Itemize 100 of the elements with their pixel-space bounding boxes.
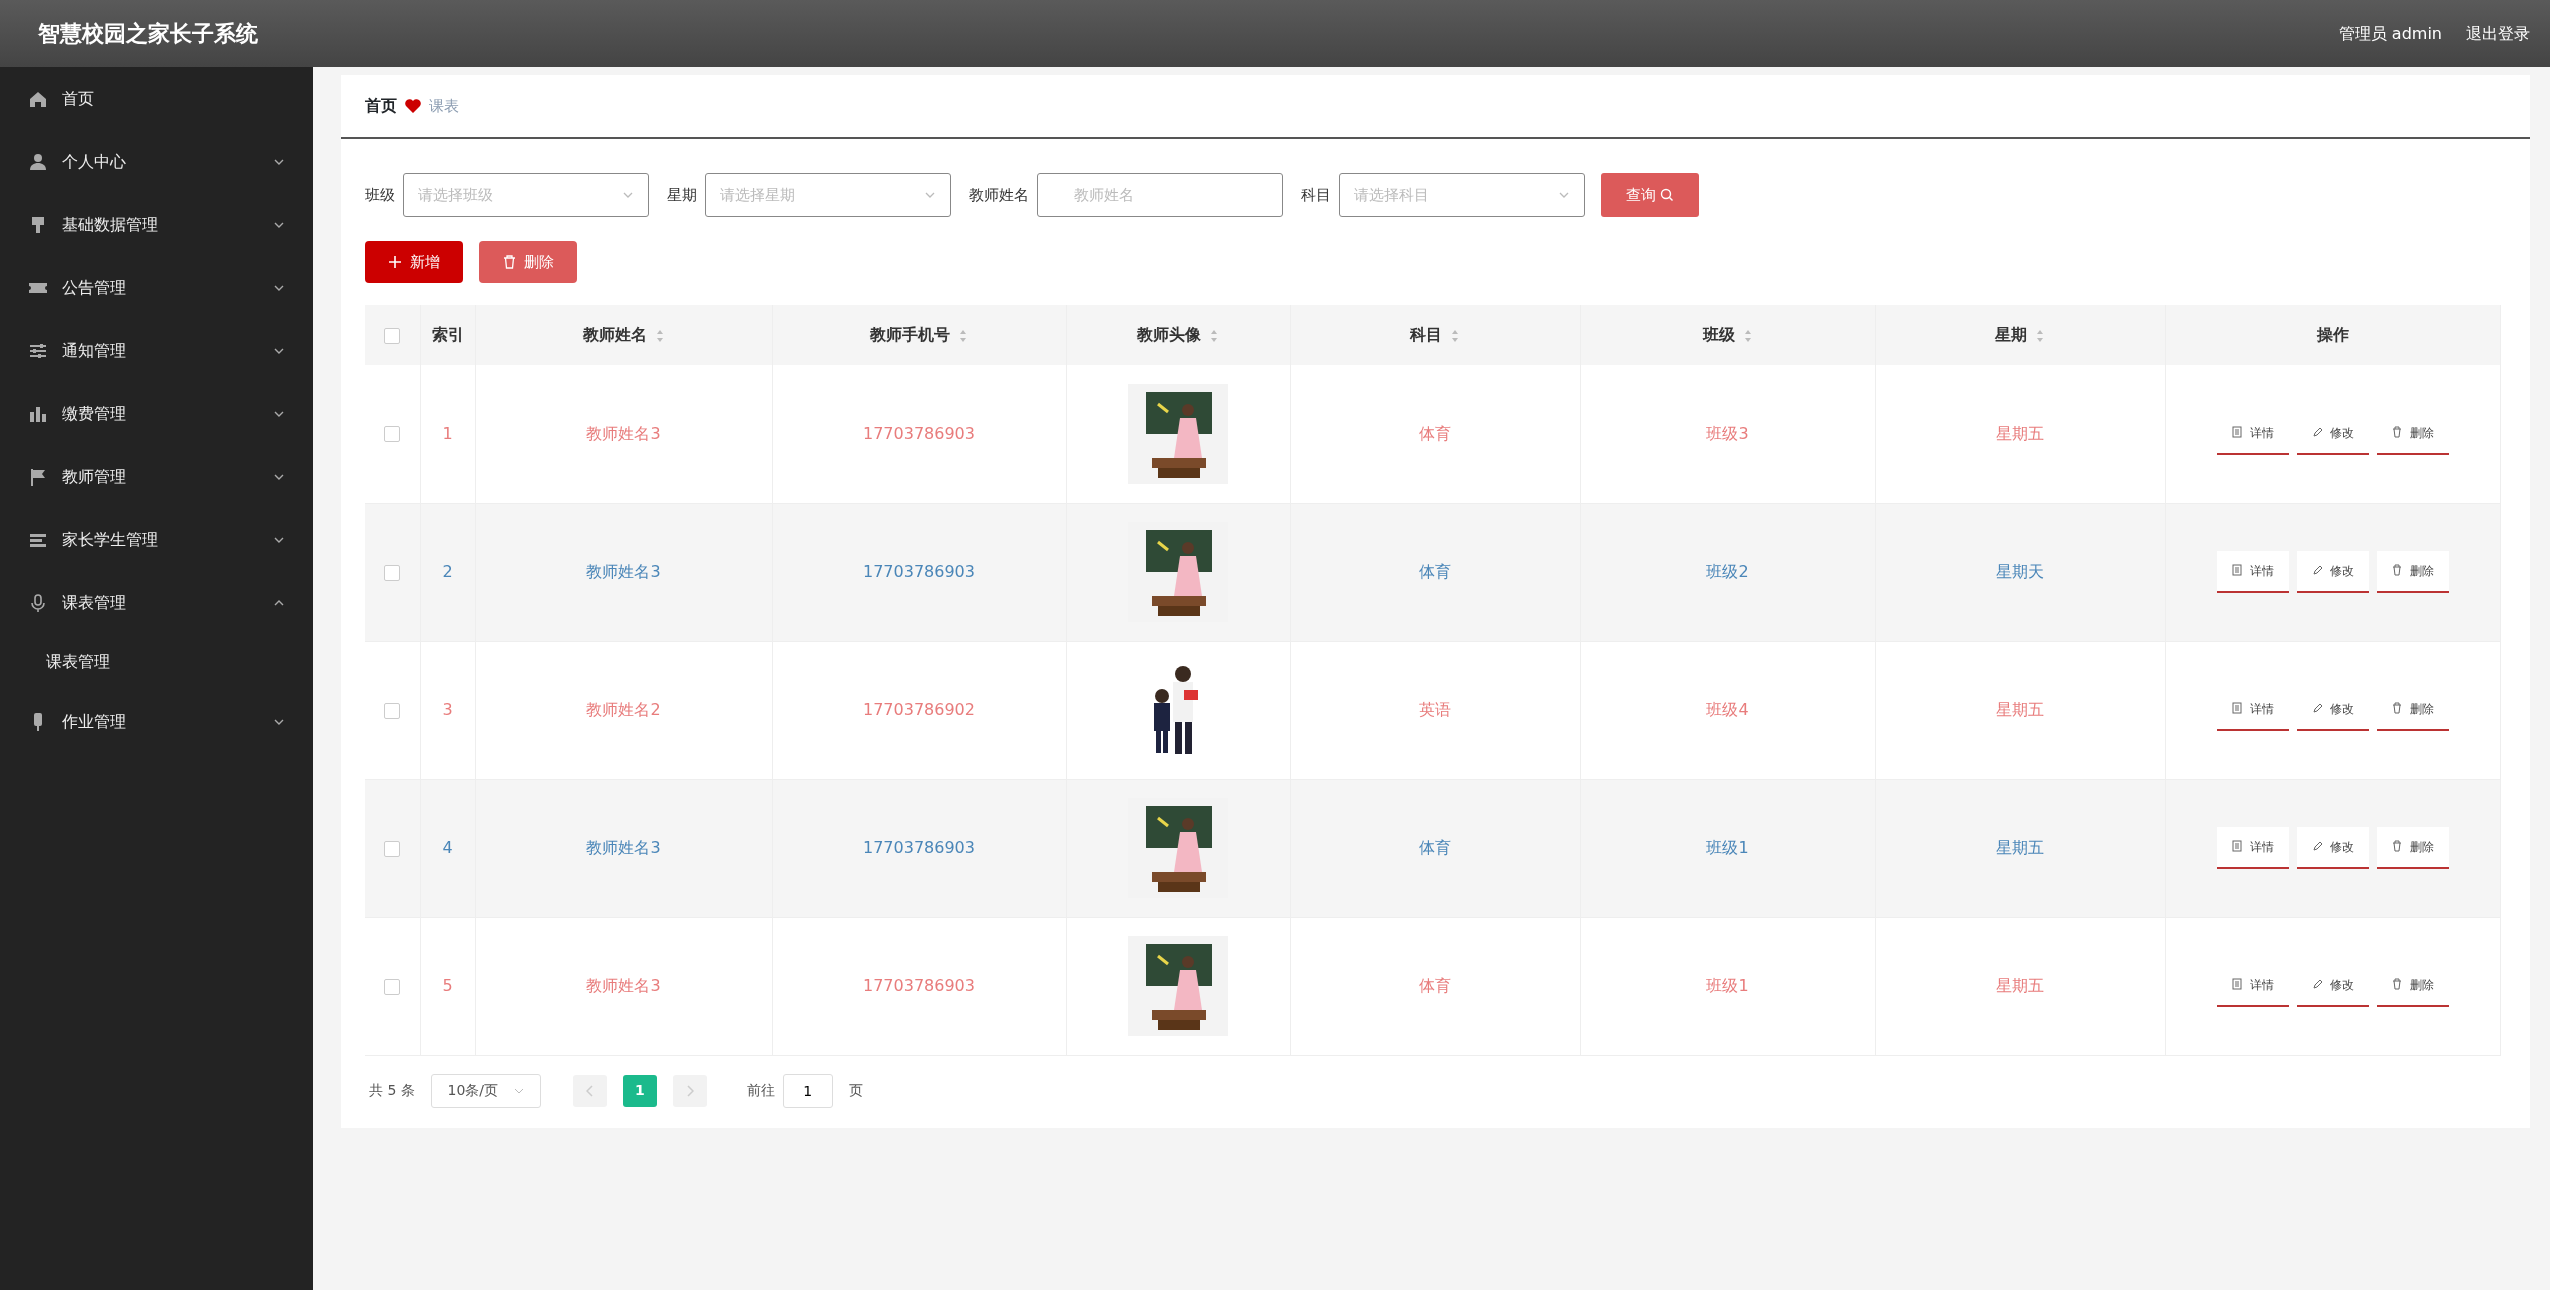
user-icon	[28, 151, 48, 172]
goto-suffix: 页	[848, 1081, 863, 1100]
table-cell: 5	[442, 976, 453, 995]
table-cell: 1	[442, 423, 453, 443]
search-button[interactable]: 查询	[1601, 173, 1699, 217]
sidebar-item[interactable]: 基础数据管理	[0, 193, 313, 256]
trash-icon	[2391, 425, 2402, 438]
table-cell: 17703786903	[863, 423, 975, 443]
table-cell: 17703786903	[863, 838, 975, 857]
table-cell: 2	[442, 562, 453, 581]
sidebar-item[interactable]: 作业管理	[0, 690, 313, 753]
chevron-left-icon	[585, 1085, 594, 1097]
pencil-icon	[2311, 840, 2322, 852]
add-button[interactable]: 新增	[365, 241, 463, 283]
table-cell: 星期天	[1996, 562, 2044, 581]
checkbox[interactable]	[384, 564, 401, 581]
sidebar-item[interactable]: 家长学生管理	[0, 508, 313, 571]
table-cell: 体育	[1419, 562, 1451, 581]
delete-button[interactable]: 删除	[2376, 551, 2449, 593]
document-icon	[2231, 702, 2242, 714]
filter-label: 教师姓名	[969, 184, 1029, 206]
column-header[interactable]: 教师手机号	[870, 325, 950, 344]
table-cell: 班级2	[1706, 562, 1749, 581]
table-cell: 星期五	[1996, 976, 2044, 995]
column-header[interactable]: 星期	[1995, 325, 2027, 344]
table-cell: 英语	[1419, 700, 1451, 719]
column-header[interactable]: 教师姓名	[582, 325, 647, 344]
table-cell: 体育	[1419, 976, 1451, 995]
prev-page-button[interactable]	[572, 1074, 607, 1107]
app-title: 智慧校园之家长子系统	[38, 20, 258, 48]
checkbox[interactable]	[384, 327, 401, 344]
document-icon	[2231, 840, 2242, 852]
plus-icon	[388, 255, 402, 269]
edit-button[interactable]: 修改	[2296, 551, 2369, 593]
input-field[interactable]: 教师姓名	[1037, 173, 1283, 217]
chevron-right-icon	[685, 1085, 694, 1097]
sidebar-item[interactable]: 公告管理	[0, 256, 313, 319]
flag-icon	[28, 466, 48, 487]
table-cell: 17703786903	[863, 976, 975, 995]
column-header[interactable]: 教师头像	[1137, 325, 1201, 344]
edit-button[interactable]: 修改	[2296, 827, 2369, 869]
table-cell: 体育	[1419, 423, 1451, 443]
sidebar-subitem[interactable]: 课表管理	[0, 634, 313, 690]
breadcrumb-current: 课表	[429, 95, 459, 117]
column-header[interactable]: 班级	[1702, 325, 1735, 344]
sidebar-item[interactable]: 课表管理	[0, 571, 313, 634]
microphone-icon	[28, 592, 48, 613]
breadcrumb-link[interactable]: 首页	[365, 94, 397, 118]
delete-button[interactable]: 删除	[2376, 827, 2449, 869]
page-size-select[interactable]: 10条/页	[430, 1073, 541, 1108]
table-cell: 17703786903	[863, 562, 975, 581]
delete-button[interactable]: 删除	[479, 241, 577, 283]
details-button[interactable]: 详情	[2216, 827, 2289, 869]
sidebar-item[interactable]: 缴费管理	[0, 382, 313, 445]
table-cell: 星期五	[1996, 423, 2044, 443]
table-cell: 17703786902	[863, 700, 975, 719]
heart-icon	[405, 99, 421, 113]
sidebar-item[interactable]: 教师管理	[0, 445, 313, 508]
table-cell: 星期五	[1996, 700, 2044, 719]
table-cell: 班级3	[1706, 423, 1749, 443]
pencil-icon	[2311, 978, 2322, 990]
pencil-icon	[2311, 564, 2322, 576]
table-cell: 班级4	[1706, 700, 1749, 719]
table-cell: 4	[442, 838, 453, 857]
table-cell: 体育	[1419, 838, 1451, 857]
document-icon	[2231, 425, 2242, 438]
checkbox[interactable]	[384, 978, 401, 995]
trash-icon	[2391, 702, 2402, 714]
table-cell: 教师姓名3	[586, 976, 661, 995]
search-icon	[1660, 188, 1674, 202]
checkbox[interactable]	[384, 702, 401, 719]
column-header: 索引	[431, 325, 464, 344]
sidebar-item[interactable]: 个人中心	[0, 130, 313, 193]
filter-label: 科目	[1301, 184, 1331, 206]
table-cell: 教师姓名3	[586, 423, 661, 443]
trash-icon	[2391, 978, 2402, 990]
column-header: 操作	[2316, 325, 2349, 344]
table-cell: 教师姓名3	[586, 838, 661, 857]
logout-link[interactable]: 退出登录	[2466, 21, 2530, 46]
table-cell: 教师姓名3	[586, 562, 661, 581]
table-cell: 教师姓名2	[586, 700, 661, 719]
checkbox[interactable]	[384, 426, 401, 443]
sidebar-item[interactable]: 首页	[0, 67, 313, 130]
total-count: 共 5 条	[369, 1081, 415, 1100]
table-cell: 3	[442, 700, 453, 719]
page-input[interactable]: 1	[782, 1073, 833, 1108]
column-header[interactable]: 科目	[1410, 325, 1442, 344]
table-cell: 班级1	[1706, 976, 1749, 995]
sidebar-item[interactable]: 通知管理	[0, 319, 313, 382]
pencil-icon	[2311, 702, 2322, 714]
trash-icon	[2391, 840, 2402, 852]
document-icon	[2231, 564, 2242, 576]
document-icon	[2231, 978, 2242, 990]
trash-icon	[502, 255, 516, 269]
filter-label: 星期	[667, 184, 697, 206]
details-button[interactable]: 详情	[2216, 551, 2289, 593]
pencil-icon	[2311, 425, 2322, 438]
checkbox[interactable]	[384, 840, 401, 857]
next-page-button[interactable]	[672, 1074, 707, 1107]
table-cell: 星期五	[1996, 838, 2044, 857]
